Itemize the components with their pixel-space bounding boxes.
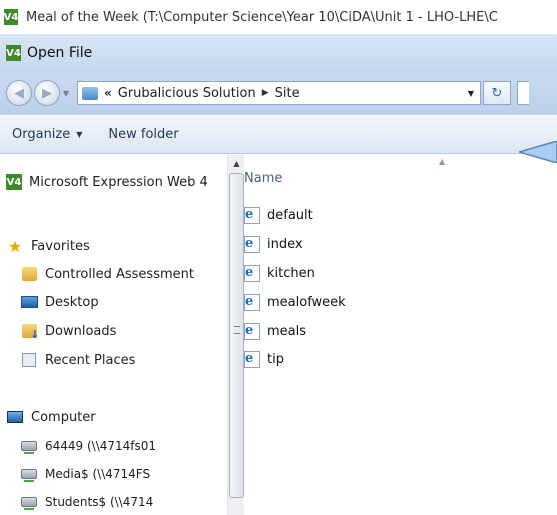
sort-ascending-icon: ▲	[439, 157, 446, 166]
recent-locations-dropdown[interactable]: ▼	[63, 89, 73, 98]
list-item[interactable]: e kitchen	[244, 265, 315, 282]
forward-button[interactable]: ▶	[34, 80, 60, 106]
list-item[interactable]: e tip	[244, 351, 284, 368]
new-folder-button[interactable]: New folder	[108, 127, 178, 142]
back-arrow-icon: ◀	[14, 85, 24, 101]
list-item[interactable]: e default	[244, 207, 313, 224]
nav-item-label: 64449 (\\4714fs01	[45, 439, 157, 453]
network-drive-icon	[21, 469, 37, 482]
file-name: kitchen	[267, 266, 315, 281]
list-item[interactable]: e mealofweek	[244, 294, 346, 311]
refresh-button[interactable]: ↻	[483, 81, 511, 105]
list-item[interactable]: e index	[244, 236, 303, 253]
nav-item-label: Students$ (\\4714	[45, 495, 154, 509]
html-file-icon: e	[244, 265, 260, 282]
nav-item-desktop[interactable]: Desktop	[20, 294, 225, 310]
app-window-title: Meal of the Week (T:\Computer Science\Ye…	[26, 9, 498, 25]
nav-item-computer[interactable]: Computer	[6, 409, 225, 425]
nav-item-recent-places[interactable]: Recent Places	[20, 352, 225, 368]
organize-button[interactable]: Organize ▼	[12, 127, 82, 142]
address-overflow-chevron[interactable]: «	[104, 86, 112, 100]
html-file-icon: e	[244, 294, 260, 311]
nav-item-expression-web[interactable]: V4 Microsoft Expression Web 4	[6, 174, 225, 190]
star-icon: ★	[7, 238, 23, 254]
file-name: tip	[267, 352, 284, 367]
expression-web-icon: V4	[4, 9, 18, 25]
navigation-bar: ◀ ▶ ▼ « Grubalicious Solution ▶ Site ▼ ↻	[0, 72, 557, 114]
html-file-icon: e	[244, 236, 260, 253]
address-bar[interactable]: « Grubalicious Solution ▶ Site ▼	[77, 81, 481, 105]
nav-item-label: Microsoft Expression Web 4	[29, 174, 208, 190]
nav-item-label: Controlled Assessment	[45, 266, 194, 282]
organize-label: Organize	[12, 126, 71, 142]
desktop-icon	[20, 296, 38, 308]
callout-arrow-shape	[519, 141, 557, 163]
nav-pane-scrollbar[interactable]: ▲	[227, 155, 244, 515]
file-name: index	[267, 237, 303, 252]
navigation-pane: V4 Microsoft Expression Web 4 ★ Favorite…	[0, 155, 227, 515]
expression-web-icon: V4	[6, 45, 21, 61]
dialog-title-bar: V4 Open File	[0, 34, 557, 72]
nav-item-label: Media$ (\\4714FS	[45, 467, 151, 481]
nav-item-label: Desktop	[45, 294, 99, 310]
command-toolbar: Organize ▼ New folder	[0, 114, 557, 154]
nav-item-network-drive[interactable]: Media$ (\\4714FS	[20, 466, 225, 482]
open-file-dialog: V4 Open File ◀ ▶ ▼ « Grubalicious Soluti…	[0, 34, 557, 515]
chevron-down-icon: ▼	[76, 129, 83, 139]
nav-item-downloads[interactable]: Downloads	[20, 323, 225, 339]
app-window-title-bar: V4 Meal of the Week (T:\Computer Science…	[0, 0, 557, 34]
html-file-icon: e	[244, 351, 260, 368]
callout-arrow	[519, 141, 557, 163]
search-box[interactable]	[517, 81, 529, 105]
grip-icon	[234, 326, 240, 334]
nav-item-label: Recent Places	[45, 352, 136, 368]
forward-arrow-icon: ▶	[42, 85, 52, 101]
nav-item-favorites[interactable]: ★ Favorites	[6, 238, 225, 254]
dialog-title: Open File	[27, 45, 93, 61]
nav-item-network-drive[interactable]: 64449 (\\4714fs01	[20, 438, 225, 454]
file-name: default	[267, 208, 313, 223]
file-name: meals	[267, 324, 307, 339]
refresh-icon: ↻	[491, 85, 503, 101]
network-drive-icon	[21, 497, 37, 510]
network-drive-icon	[21, 441, 37, 454]
nav-item-label: Computer	[31, 409, 96, 425]
address-dropdown-icon[interactable]: ▼	[462, 89, 480, 98]
breadcrumb-segment[interactable]: Grubalicious Solution	[118, 86, 256, 101]
computer-icon	[7, 411, 23, 423]
nav-item-network-drive[interactable]: Students$ (\\4714	[20, 494, 225, 510]
folder-icon	[21, 267, 37, 281]
nav-item-controlled-assessment[interactable]: Controlled Assessment	[20, 266, 225, 282]
list-item[interactable]: e meals	[244, 323, 306, 340]
expression-web-icon: V4	[6, 174, 22, 190]
column-header-name[interactable]: Name	[244, 171, 282, 186]
recent-places-icon	[22, 353, 36, 367]
scrollbar-thumb[interactable]	[229, 173, 244, 498]
downloads-icon	[21, 324, 40, 339]
nav-item-label: Downloads	[45, 323, 117, 339]
html-file-icon: e	[244, 323, 260, 340]
file-name: mealofweek	[267, 295, 346, 310]
breadcrumb-separator-icon[interactable]: ▶	[262, 88, 269, 98]
back-button[interactable]: ◀	[6, 80, 32, 106]
scroll-up-icon[interactable]: ▲	[228, 155, 245, 171]
folder-icon	[82, 86, 98, 100]
breadcrumb-segment[interactable]: Site	[275, 86, 300, 101]
nav-item-label: Favorites	[31, 238, 90, 254]
html-file-icon: e	[244, 207, 260, 224]
file-list-pane: ▲ Name e default e index e kitchen e mea…	[244, 155, 557, 515]
